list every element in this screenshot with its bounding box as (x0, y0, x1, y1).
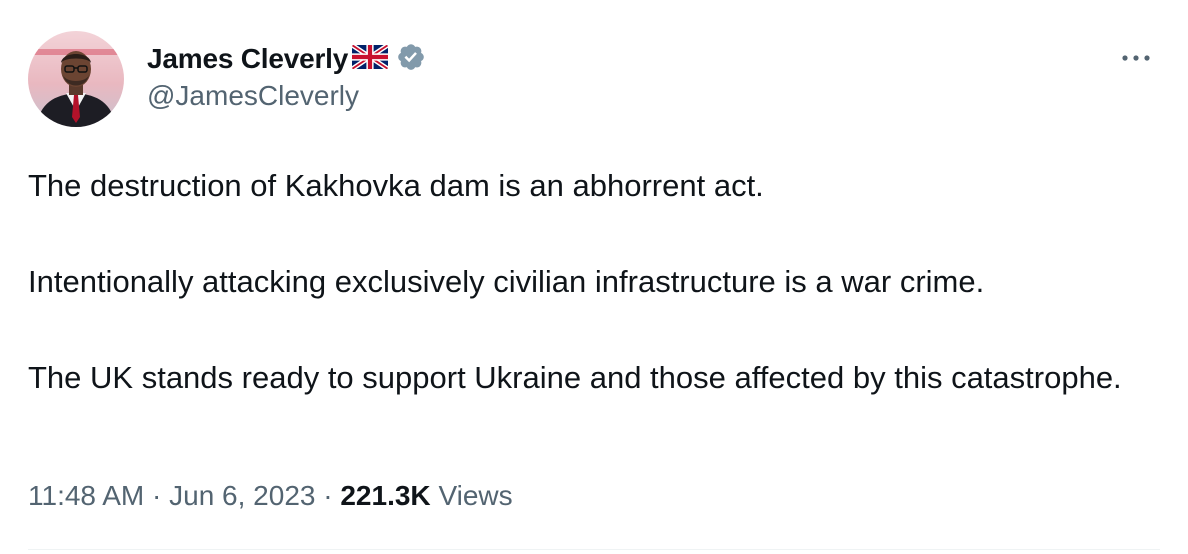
meta-separator: · (152, 480, 162, 511)
tweet-date[interactable]: Jun 6, 2023 (169, 480, 315, 511)
tweet-time[interactable]: 11:48 AM (28, 480, 144, 511)
tweet-metadata: 11:48 AM · Jun 6, 2023 · 221.3K Views (28, 480, 513, 512)
author-name-row: James Cleverly (147, 40, 426, 78)
meta-separator: · (323, 480, 333, 511)
more-options-icon (1122, 55, 1150, 61)
more-options-button[interactable] (1118, 44, 1154, 72)
verified-badge-icon[interactable] (396, 42, 426, 77)
tweet-text: The destruction of Kakhovka dam is an ab… (28, 164, 1158, 400)
tweet-paragraph: Intentionally attacking exclusively civi… (28, 264, 985, 299)
tweet-paragraph: The UK stands ready to support Ukraine a… (28, 360, 1122, 395)
tweet-card: James Cleverly @JamesCleverly The destru… (0, 0, 1188, 554)
views-count: 221.3K (340, 480, 431, 511)
author-handle[interactable]: @JamesCleverly (147, 80, 359, 112)
avatar[interactable] (28, 31, 124, 127)
views-label: Views (438, 480, 513, 511)
avatar-photo (28, 31, 124, 127)
divider (28, 549, 1160, 550)
author-display-name[interactable]: James Cleverly (147, 43, 348, 75)
uk-flag-icon (352, 44, 389, 74)
tweet-paragraph: The destruction of Kakhovka dam is an ab… (28, 168, 764, 203)
